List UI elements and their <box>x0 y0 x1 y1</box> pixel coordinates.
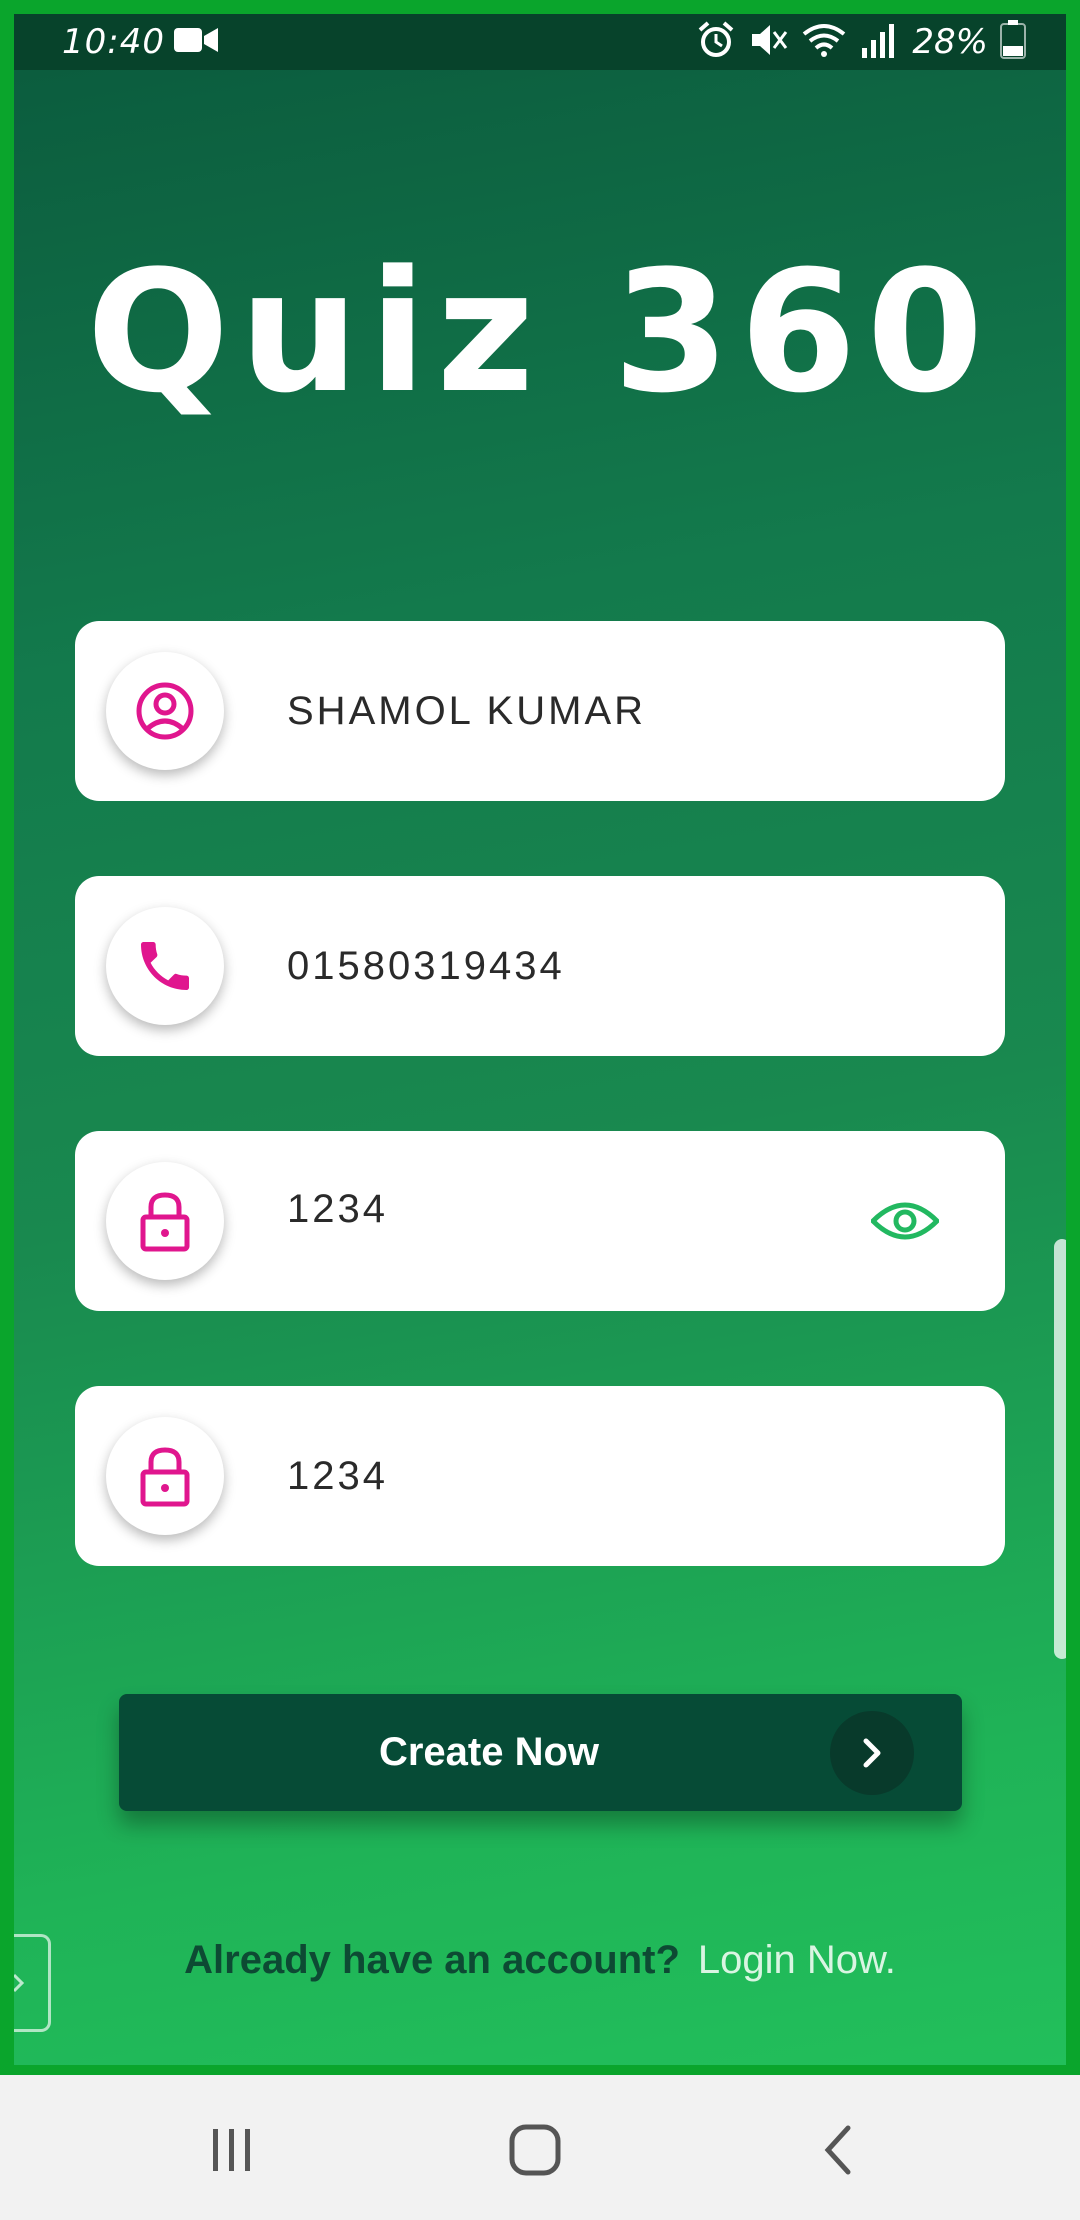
lock-icon <box>106 1417 224 1535</box>
home-icon[interactable] <box>495 2115 575 2185</box>
user-icon <box>106 652 224 770</box>
app-screen: 10:40 28% Quiz 360 SHAMOL KUMAR 01580319… <box>14 14 1066 2065</box>
phone-input[interactable]: 01580319434 <box>287 876 565 1056</box>
back-icon[interactable] <box>798 2115 878 2185</box>
name-field[interactable]: SHAMOL KUMAR <box>75 621 1005 801</box>
battery-percent: 28% <box>912 22 988 62</box>
mute-icon <box>748 20 788 64</box>
video-icon <box>174 26 218 58</box>
scroll-handle[interactable] <box>1054 1239 1066 1659</box>
app-title: Quiz 360 <box>86 234 994 430</box>
login-now-link[interactable]: Login Now. <box>698 1938 896 1982</box>
status-time: 10:40 <box>62 22 165 62</box>
alarm-icon <box>696 20 736 64</box>
eye-icon[interactable] <box>869 1199 941 1248</box>
status-bar: 10:40 28% <box>14 14 1066 70</box>
already-account-text: Already have an account? <box>184 1938 680 1982</box>
lock-icon <box>106 1162 224 1280</box>
recent-apps-icon[interactable] <box>192 2115 272 2185</box>
create-now-button[interactable]: Create Now <box>119 1694 962 1811</box>
name-input[interactable]: SHAMOL KUMAR <box>287 621 646 801</box>
create-now-label: Create Now <box>378 1730 600 1774</box>
edge-panel-handle[interactable] <box>14 1934 51 2032</box>
confirm-password-field[interactable]: 1234 <box>75 1386 1005 1566</box>
battery-icon <box>1000 20 1026 64</box>
navigation-bar <box>0 2075 1080 2220</box>
status-icons: 28% <box>696 20 1026 64</box>
confirm-password-input[interactable]: 1234 <box>287 1386 388 1566</box>
login-prompt: Already have an account? Login Now. <box>14 1938 1066 1983</box>
phone-icon <box>106 907 224 1025</box>
signal-icon <box>860 20 896 64</box>
password-input[interactable]: 1234 <box>287 1131 388 1311</box>
app-frame: 10:40 28% Quiz 360 SHAMOL KUMAR 01580319… <box>0 0 1080 2075</box>
password-field[interactable]: 1234 <box>75 1131 1005 1311</box>
chevron-right-icon <box>830 1711 914 1795</box>
wifi-icon <box>800 20 848 64</box>
phone-field[interactable]: 01580319434 <box>75 876 1005 1056</box>
